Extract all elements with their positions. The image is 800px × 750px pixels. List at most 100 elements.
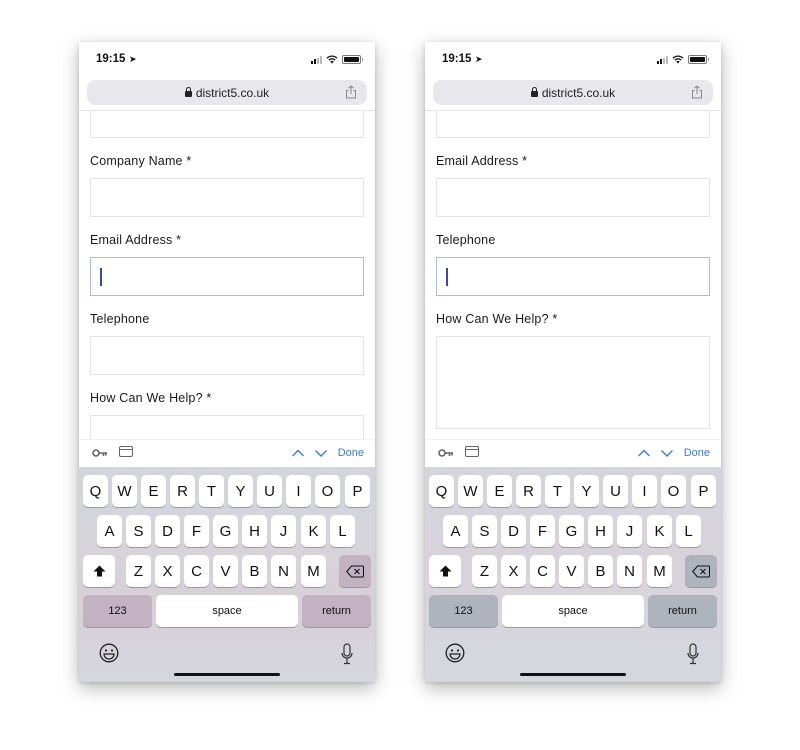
key-v[interactable]: V (213, 555, 238, 587)
key-g[interactable]: G (559, 515, 584, 547)
return-key[interactable]: return (302, 595, 371, 627)
chevron-down-icon[interactable] (314, 448, 328, 458)
key-h[interactable]: H (588, 515, 613, 547)
key-f[interactable]: F (530, 515, 555, 547)
space-key[interactable]: space (502, 595, 644, 627)
keyboard-accessory-bar: Done (79, 439, 375, 467)
key-w[interactable]: W (112, 475, 137, 507)
key-v[interactable]: V (559, 555, 584, 587)
address-bar[interactable]: district5.co.uk (433, 80, 713, 105)
address-bar[interactable]: district5.co.uk (87, 80, 367, 105)
key-k[interactable]: K (647, 515, 672, 547)
backspace-key[interactable] (339, 555, 371, 587)
key-b[interactable]: B (242, 555, 267, 587)
key-i[interactable]: I (286, 475, 311, 507)
key-c[interactable]: C (184, 555, 209, 587)
key-r[interactable]: R (170, 475, 195, 507)
key-x[interactable]: X (501, 555, 526, 587)
key-icon[interactable] (92, 448, 108, 458)
email-address-input[interactable] (436, 178, 710, 217)
key-w[interactable]: W (458, 475, 483, 507)
share-icon[interactable] (345, 85, 357, 99)
key-y[interactable]: Y (574, 475, 599, 507)
key-t[interactable]: T (545, 475, 570, 507)
key-y[interactable]: Y (228, 475, 253, 507)
return-key[interactable]: return (648, 595, 717, 627)
key-n[interactable]: N (271, 555, 296, 587)
emoji-icon[interactable] (445, 643, 465, 663)
key-s[interactable]: S (126, 515, 151, 547)
location-arrow-icon: ➤ (475, 54, 483, 64)
key-z[interactable]: Z (472, 555, 497, 587)
key-c[interactable]: C (530, 555, 555, 587)
key-d[interactable]: D (155, 515, 180, 547)
credit-card-icon[interactable] (119, 446, 133, 457)
credit-card-icon[interactable] (465, 446, 479, 457)
key-j[interactable]: J (617, 515, 642, 547)
key-o[interactable]: O (315, 475, 340, 507)
microphone-icon[interactable] (341, 643, 353, 665)
backspace-icon (692, 564, 710, 578)
done-button[interactable]: Done (684, 447, 710, 459)
previous-field-input[interactable] (90, 111, 364, 138)
key-i[interactable]: I (632, 475, 657, 507)
key-g[interactable]: G (213, 515, 238, 547)
text-caret (100, 268, 102, 286)
key-h[interactable]: H (242, 515, 267, 547)
key-a[interactable]: A (443, 515, 468, 547)
key-o[interactable]: O (661, 475, 686, 507)
key-p[interactable]: P (345, 475, 370, 507)
key-e[interactable]: E (141, 475, 166, 507)
share-icon[interactable] (691, 85, 703, 99)
company-name-input[interactable] (90, 178, 364, 217)
numbers-key[interactable]: 123 (83, 595, 152, 627)
company-name-input[interactable] (436, 111, 710, 138)
chevron-up-icon[interactable] (637, 448, 651, 458)
key-f[interactable]: F (184, 515, 209, 547)
how-can-we-help-textarea[interactable] (90, 415, 364, 439)
home-indicator (174, 672, 280, 676)
telephone-input[interactable] (436, 257, 710, 296)
company-name-label: Company Name * (90, 154, 192, 168)
home-indicator (520, 672, 626, 676)
key-a[interactable]: A (97, 515, 122, 547)
shift-key[interactable] (429, 555, 461, 587)
how-can-we-help-textarea[interactable] (436, 336, 710, 429)
telephone-input[interactable] (90, 336, 364, 375)
key-x[interactable]: X (155, 555, 180, 587)
key-m[interactable]: M (301, 555, 326, 587)
done-button[interactable]: Done (338, 447, 364, 459)
key-t[interactable]: T (199, 475, 224, 507)
key-q[interactable]: Q (429, 475, 454, 507)
chevron-down-icon[interactable] (660, 448, 674, 458)
phone-screen-left: 19:15 ➤ district5.co.uk Company Name * E… (79, 42, 375, 682)
email-address-input[interactable] (90, 257, 364, 296)
numbers-key[interactable]: 123 (429, 595, 498, 627)
key-p[interactable]: P (691, 475, 716, 507)
chevron-up-icon[interactable] (291, 448, 305, 458)
key-z[interactable]: Z (126, 555, 151, 587)
keyboard-accessory-bar: Done (425, 439, 721, 467)
key-u[interactable]: U (603, 475, 628, 507)
key-r[interactable]: R (516, 475, 541, 507)
key-l[interactable]: L (330, 515, 355, 547)
backspace-key[interactable] (685, 555, 717, 587)
key-u[interactable]: U (257, 475, 282, 507)
key-l[interactable]: L (676, 515, 701, 547)
key-s[interactable]: S (472, 515, 497, 547)
form-page: Company Name * Email Address * Telephone… (79, 111, 375, 439)
key-q[interactable]: Q (83, 475, 108, 507)
microphone-icon[interactable] (687, 643, 699, 665)
key-b[interactable]: B (588, 555, 613, 587)
key-n[interactable]: N (617, 555, 642, 587)
key-k[interactable]: K (301, 515, 326, 547)
key-j[interactable]: J (271, 515, 296, 547)
shift-key[interactable] (83, 555, 115, 587)
key-d[interactable]: D (501, 515, 526, 547)
key-icon[interactable] (438, 448, 454, 458)
space-key[interactable]: space (156, 595, 298, 627)
key-e[interactable]: E (487, 475, 512, 507)
emoji-icon[interactable] (99, 643, 119, 663)
key-m[interactable]: M (647, 555, 672, 587)
shift-icon (93, 565, 105, 577)
